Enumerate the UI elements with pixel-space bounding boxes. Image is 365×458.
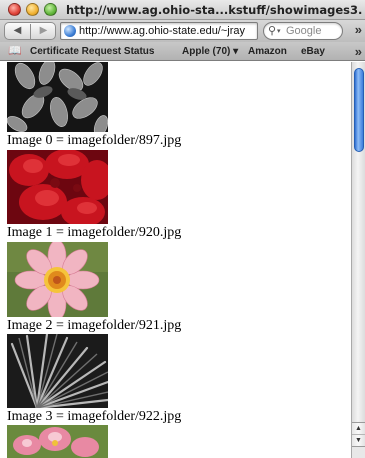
address-bar[interactable]: http://www.ag.ohio-state.edu/~jray [60, 22, 258, 40]
image-0-caption: Image 0 = imagefolder/897.jpg [7, 133, 182, 148]
search-placeholder[interactable]: Google [286, 25, 321, 37]
image-1 [7, 150, 108, 224]
toolbar: ◀ ▶ http://www.ag.ohio-state.edu/~jray ⚲… [0, 20, 365, 42]
back-forward-control: ◀ ▶ [4, 22, 56, 40]
bookmark-ebay[interactable]: eBay [301, 46, 325, 57]
globe-icon [64, 25, 76, 37]
red-flowers-image [7, 150, 108, 224]
vertical-scrollbar[interactable]: ▲ ▼ [351, 62, 365, 458]
image-2 [7, 242, 108, 317]
forward-button[interactable]: ▶ [31, 23, 56, 39]
image-1-caption: Image 1 = imagefolder/920.jpg [7, 225, 182, 240]
image-3 [7, 334, 108, 408]
address-text[interactable]: http://www.ag.ohio-state.edu/~jray [79, 25, 257, 39]
bookmark-amazon[interactable]: Amazon [248, 46, 287, 57]
resize-corner[interactable] [352, 446, 365, 458]
pink-flower-image [7, 425, 108, 458]
image-0 [7, 62, 108, 132]
pink-water-lily-image [7, 242, 108, 317]
search-field[interactable]: ⚲ ▾ Google [263, 22, 343, 40]
bookmark-certificate-request-status[interactable]: Certificate Request Status [30, 46, 154, 57]
scroll-down-arrow-icon[interactable]: ▼ [352, 434, 365, 446]
palm-frond-image [7, 334, 108, 408]
back-button[interactable]: ◀ [5, 23, 30, 39]
gray-leaves-image [7, 62, 108, 132]
image-3-caption: Image 3 = imagefolder/922.jpg [7, 409, 182, 424]
window-title: http://www.ag.ohio-sta...kstuff/showimag… [66, 3, 362, 17]
bookmarks-book-icon[interactable]: 📖 [8, 45, 22, 57]
title-bar: http://www.ag.ohio-sta...kstuff/showimag… [0, 0, 365, 20]
bookmark-apple-menu[interactable]: Apple (70) ▾ [182, 46, 238, 57]
browser-window: http://www.ag.ohio-sta...kstuff/showimag… [0, 0, 365, 458]
minimize-window-button[interactable] [26, 3, 39, 16]
back-arrow-icon: ◀ [13, 25, 22, 36]
scroll-up-arrow-icon[interactable]: ▲ [352, 422, 365, 434]
forward-arrow-icon: ▶ [39, 25, 48, 36]
bookmarks-bar: 📖 Certificate Request Status Apple (70) … [0, 42, 365, 61]
search-menu-arrow-icon[interactable]: ▾ [277, 25, 281, 39]
bookmarks-overflow-icon[interactable]: » [355, 44, 362, 59]
close-window-button[interactable] [8, 3, 21, 16]
toolbar-overflow-icon[interactable]: » [355, 22, 362, 37]
search-icon[interactable]: ⚲ [268, 24, 276, 38]
page-content: Image 0 = imagefolder/897.jpg Image 1 = … [0, 62, 351, 458]
image-2-caption: Image 2 = imagefolder/921.jpg [7, 318, 182, 333]
scroll-thumb[interactable] [354, 68, 364, 152]
zoom-window-button[interactable] [44, 3, 57, 16]
image-4 [7, 425, 108, 458]
